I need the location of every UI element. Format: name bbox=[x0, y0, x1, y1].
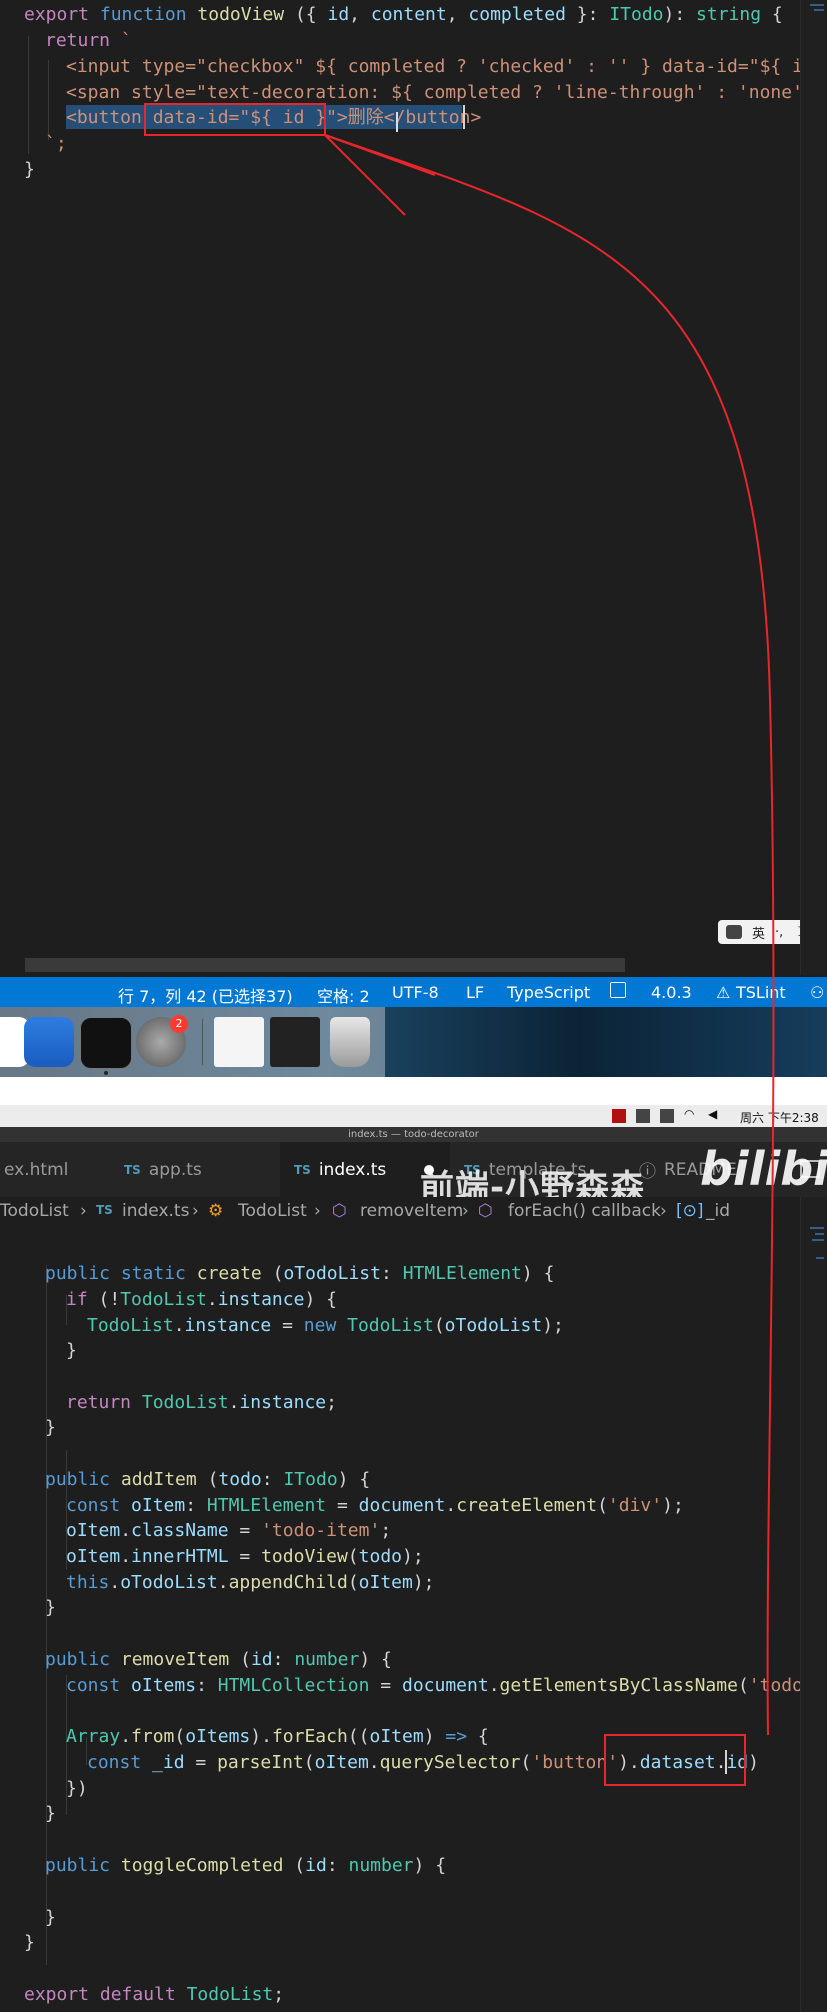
code-line[interactable]: const oItem: HTMLElement = document.crea… bbox=[66, 1493, 684, 1519]
code-line[interactable]: oItem.className = 'todo-item'; bbox=[66, 1518, 391, 1544]
text-cursor bbox=[725, 1750, 727, 1774]
class-icon: ⚙ bbox=[208, 1201, 224, 1221]
terminal-app-icon[interactable] bbox=[80, 1017, 132, 1069]
minimap-line bbox=[810, 4, 824, 6]
breadcrumb: TodoList › TS index.ts › ⚙ TodoList › ⬡ … bbox=[0, 1197, 800, 1225]
code-line[interactable]: const _id = parseInt(oItem.querySelector… bbox=[87, 1750, 759, 1776]
ime-punct: ·, bbox=[775, 924, 784, 940]
code-line[interactable]: public toggleCompleted (id: number) { bbox=[45, 1853, 446, 1879]
macos-dock: 2 bbox=[0, 1007, 827, 1077]
code-line[interactable]: } bbox=[45, 1595, 56, 1621]
breadcrumb-file[interactable]: index.ts bbox=[122, 1201, 189, 1221]
breadcrumb-class[interactable]: TodoList bbox=[238, 1201, 307, 1221]
wifi-icon[interactable]: ◠ bbox=[684, 1107, 694, 1121]
minimap-line bbox=[812, 1239, 824, 1241]
code-line[interactable]: public removeItem (id: number) { bbox=[45, 1647, 392, 1673]
code-line-5[interactable]: <button data-id="${ id }">删除</button> bbox=[66, 105, 481, 131]
ts-file-icon: TS bbox=[96, 1203, 113, 1217]
minimap-line bbox=[815, 1233, 824, 1235]
status-eol[interactable]: LF bbox=[466, 983, 484, 1002]
tab-app-ts[interactable]: TS app.ts bbox=[110, 1142, 270, 1197]
editor-bottom[interactable]: public static create (oTodoList: HTMLEle… bbox=[0, 1225, 827, 2012]
code-line-7[interactable]: } bbox=[24, 157, 35, 183]
code-line[interactable]: Array.from(oItems).forEach((oItem) => { bbox=[66, 1724, 489, 1750]
code-line[interactable]: } bbox=[66, 1338, 77, 1364]
code-line[interactable]: public addItem (todo: ITodo) { bbox=[45, 1467, 370, 1493]
screen-gap bbox=[0, 1077, 827, 1105]
breadcrumb-callback[interactable]: forEach() callback bbox=[508, 1201, 661, 1221]
status-bar: 行 7，列 42 (已选择37) 空格: 2 UTF-8 LF TypeScri… bbox=[0, 977, 827, 1007]
preview-window-icon[interactable] bbox=[214, 1017, 264, 1067]
braces-icon[interactable] bbox=[610, 982, 626, 998]
status-encoding[interactable]: UTF-8 bbox=[392, 983, 439, 1002]
bilibili-logo: bilibi bbox=[700, 1142, 827, 1196]
ts-file-icon: TS bbox=[294, 1162, 311, 1177]
property-icon: [⊙] bbox=[676, 1201, 704, 1221]
code-line-2[interactable]: return ` bbox=[45, 28, 132, 54]
code-line[interactable]: } bbox=[45, 1415, 56, 1441]
menubar-clock[interactable]: 周六 下午2:38 bbox=[740, 1109, 819, 1126]
ime-lang: 英 bbox=[752, 926, 766, 942]
window-thumbnail-icon[interactable] bbox=[270, 1017, 320, 1067]
ts-file-icon: TS bbox=[124, 1162, 141, 1177]
notification-badge: 2 bbox=[170, 1015, 188, 1033]
macos-menu-bar: ◠ ◀ 周六 下午2:38 bbox=[0, 1105, 827, 1127]
minimap-line bbox=[816, 1257, 824, 1259]
minimap-line bbox=[814, 9, 824, 11]
code-line[interactable]: public static create (oTodoList: HTMLEle… bbox=[45, 1261, 554, 1287]
breadcrumb-property[interactable]: _id bbox=[706, 1201, 730, 1221]
minimap-line bbox=[810, 1227, 824, 1229]
status-lint[interactable]: TSLint bbox=[736, 983, 786, 1002]
minimap-top[interactable] bbox=[800, 0, 827, 975]
method-icon: ⬡ bbox=[332, 1201, 347, 1221]
warning-icon[interactable]: ⚠ bbox=[716, 983, 730, 1002]
text-cursor bbox=[463, 105, 465, 129]
code-line-3[interactable]: <input type="checkbox" ${ completed ? 'c… bbox=[66, 54, 827, 80]
tab-label: index.ts bbox=[318, 1159, 387, 1180]
dock-divider bbox=[202, 1019, 203, 1065]
window-title: index.ts — todo-decorator bbox=[0, 1127, 827, 1142]
method-icon: ⬡ bbox=[478, 1201, 493, 1221]
code-line[interactable]: if (!TodoList.instance) { bbox=[66, 1287, 337, 1313]
status-ts-version[interactable]: 4.0.3 bbox=[651, 983, 692, 1002]
editor-top[interactable]: export function todoView ({ id, content,… bbox=[0, 0, 827, 975]
horizontal-scrollbar[interactable] bbox=[25, 958, 625, 972]
code-line[interactable]: this.oTodoList.appendChild(oItem); bbox=[66, 1570, 435, 1596]
breadcrumb-folder[interactable]: TodoList bbox=[0, 1201, 69, 1221]
code-line[interactable]: const oItems: HTMLCollection = document.… bbox=[66, 1673, 827, 1699]
code-line[interactable]: }) bbox=[66, 1776, 88, 1802]
volume-icon[interactable]: ◀ bbox=[708, 1107, 717, 1121]
code-line[interactable]: return TodoList.instance; bbox=[66, 1390, 337, 1416]
code-line[interactable]: export default TodoList; bbox=[24, 1982, 284, 2008]
breadcrumb-method[interactable]: removeItem bbox=[360, 1201, 463, 1221]
code-line-4[interactable]: <span style="text-decoration: ${ complet… bbox=[66, 80, 827, 106]
code-line[interactable]: } bbox=[45, 1905, 56, 1931]
code-line[interactable]: TodoList.instance = new TodoList(oTodoLi… bbox=[87, 1313, 564, 1339]
tab-label: ex.html bbox=[4, 1159, 69, 1180]
tab-label: app.ts bbox=[148, 1159, 202, 1180]
indent-guide bbox=[48, 60, 49, 140]
status-icon[interactable] bbox=[636, 1109, 650, 1123]
running-indicator bbox=[104, 1071, 108, 1075]
ibeam-cursor-icon bbox=[396, 112, 398, 132]
minimap-bottom[interactable] bbox=[800, 1197, 827, 2012]
status-icon[interactable] bbox=[612, 1109, 626, 1123]
color-picker-app-icon[interactable] bbox=[24, 1017, 74, 1067]
code-line[interactable]: } bbox=[45, 1801, 56, 1827]
tab-index-html[interactable]: ex.html bbox=[0, 1142, 110, 1197]
status-indentation[interactable]: 空格: 2 bbox=[317, 983, 370, 1007]
status-language[interactable]: TypeScript bbox=[507, 983, 590, 1002]
code-line-1[interactable]: export function todoView ({ id, content,… bbox=[24, 2, 783, 28]
status-cursor-position[interactable]: 行 7，列 42 (已选择37) bbox=[118, 983, 293, 1007]
trash-icon[interactable] bbox=[330, 1017, 370, 1067]
code-line-6[interactable]: `; bbox=[45, 131, 67, 157]
status-icon[interactable] bbox=[660, 1109, 674, 1123]
code-line[interactable]: oItem.innerHTML = todoView(todo); bbox=[66, 1544, 424, 1570]
indent-guide bbox=[28, 36, 29, 154]
ime-logo-icon bbox=[726, 925, 742, 939]
code-line[interactable]: } bbox=[24, 1930, 35, 1956]
account-icon[interactable]: ⚇ bbox=[810, 983, 824, 1002]
